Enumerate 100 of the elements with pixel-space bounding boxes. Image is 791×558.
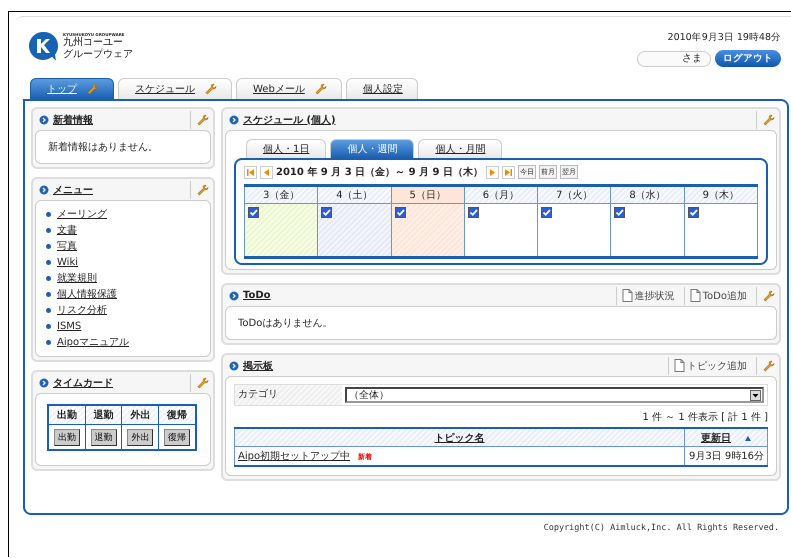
view-tab[interactable]: 個人・月間	[418, 139, 502, 158]
check-icon	[322, 208, 332, 217]
document-icon	[690, 289, 701, 302]
logo-icon	[27, 30, 59, 62]
bullet-icon	[46, 340, 51, 344]
last-icon	[505, 168, 512, 176]
portlet-title[interactable]: ToDo	[243, 290, 271, 301]
logo-title: グループウェア	[63, 48, 133, 60]
document-icon	[622, 289, 633, 302]
portlet-title[interactable]: 掲示板	[243, 358, 273, 372]
day-header: 7（火）	[538, 186, 611, 204]
first-button[interactable]	[244, 166, 257, 178]
next-button[interactable]	[486, 166, 499, 178]
check-icon	[542, 208, 552, 217]
wrench-icon[interactable]	[763, 114, 775, 126]
result-count: 1 件 ～ 1 件表示 [ 計 1 件 ]	[642, 410, 768, 425]
column-header: 退勤	[85, 405, 122, 424]
portlet-title[interactable]: 新着情報	[53, 112, 93, 126]
menu-link[interactable]: 文書	[57, 223, 77, 237]
bullet-icon	[46, 212, 51, 216]
day-header: 4（土）	[318, 186, 392, 204]
day-header: 8（水）	[610, 186, 684, 204]
bullet-icon	[46, 260, 51, 264]
action-link[interactable]: トピック追加	[668, 356, 752, 374]
category-label: カテゴリ	[235, 385, 342, 405]
action-link[interactable]: 進捗状況	[616, 286, 680, 304]
portlet-title[interactable]: スケジュール (個人)	[243, 112, 336, 126]
wrench-icon[interactable]	[87, 83, 99, 95]
portlet-title[interactable]: タイムカード	[53, 376, 113, 390]
user-name-field: さま	[637, 50, 711, 66]
action-link[interactable]: ToDo追加	[684, 286, 752, 304]
punch-button[interactable]: 復帰	[164, 428, 190, 446]
check-icon	[468, 208, 478, 217]
bullet-icon	[46, 308, 51, 312]
checkbox[interactable]	[321, 207, 332, 218]
column-header[interactable]: トピック名	[434, 432, 484, 444]
portlet-title[interactable]: メニュー	[53, 182, 93, 196]
day-header: 5（日）	[391, 186, 464, 204]
arrow-circle-icon	[229, 290, 239, 300]
topic-link[interactable]: Aipo初期セットアップ中	[238, 451, 350, 462]
punch-button[interactable]: 外出	[127, 428, 154, 446]
bullet-icon	[46, 292, 51, 296]
first-icon	[247, 168, 254, 176]
wrench-icon[interactable]	[197, 376, 209, 388]
arrow-circle-icon	[39, 114, 49, 124]
checkbox[interactable]	[688, 207, 699, 218]
wrench-icon[interactable]	[205, 83, 217, 95]
menu-link[interactable]: メーリング	[57, 207, 107, 221]
column-header: 出勤	[48, 405, 86, 424]
checkbox[interactable]	[248, 207, 259, 218]
dropdown-icon	[750, 390, 761, 400]
tab[interactable]: トップ	[30, 78, 114, 99]
punch-button[interactable]: 出勤	[54, 428, 80, 446]
check-icon	[396, 208, 405, 217]
next-icon	[489, 168, 496, 176]
date-time: 2010年9月3日 19時48分	[668, 31, 781, 44]
previous-button[interactable]	[260, 166, 273, 178]
day-header: 3（金）	[244, 186, 318, 204]
checkbox[interactable]	[541, 207, 552, 218]
wrench-icon[interactable]	[314, 83, 327, 95]
menu-link[interactable]: リスク分析	[57, 303, 107, 317]
menu-link[interactable]: Aipoマニュアル	[57, 335, 130, 349]
column-header: 復帰	[158, 405, 196, 424]
day-header: 9（木）	[684, 186, 758, 204]
document-icon	[674, 359, 685, 372]
tab[interactable]: Webメール	[236, 78, 342, 99]
arrow-circle-icon	[229, 360, 239, 370]
last-button[interactable]	[502, 166, 515, 178]
menu-link[interactable]: 写真	[57, 239, 77, 253]
empty-message: ToDoはありません。	[237, 317, 334, 331]
menu-link[interactable]: Wiki	[57, 256, 78, 268]
check-icon	[249, 208, 258, 217]
menu-link[interactable]: 就業規則	[57, 271, 97, 285]
menu-link[interactable]: 個人情報保護	[57, 287, 117, 301]
logout-button[interactable]: ログアウト	[715, 50, 781, 67]
category-select[interactable]: （全体）	[345, 387, 764, 403]
bullet-icon	[46, 276, 51, 280]
tab[interactable]: スケジュール	[118, 78, 232, 99]
check-icon	[615, 208, 624, 217]
previous-icon	[263, 168, 270, 176]
date-range: 2010 年 9 月 3 日（金）～ 9 月 9 日（木）	[276, 166, 483, 179]
check-icon	[688, 208, 698, 217]
punch-button[interactable]: 退勤	[90, 428, 117, 446]
wrench-icon[interactable]	[763, 360, 775, 372]
wrench-icon[interactable]	[197, 184, 209, 196]
view-tab[interactable]: 個人・週間	[330, 139, 414, 158]
tab[interactable]: 個人設定	[346, 78, 418, 99]
wrench-icon[interactable]	[763, 290, 775, 302]
checkbox[interactable]	[394, 207, 406, 218]
bullet-icon	[46, 244, 51, 248]
checkbox[interactable]	[468, 207, 479, 218]
arrow-circle-icon	[229, 114, 239, 124]
wrench-icon[interactable]	[197, 114, 209, 126]
menu-link[interactable]: ISMS	[57, 320, 82, 332]
copyright: Copyright(C) Aimluck,Inc. All Rights Reserved.	[542, 522, 780, 533]
bullet-icon	[46, 228, 51, 232]
view-tab[interactable]: 個人・1日	[246, 139, 326, 158]
logo-title: 九州コーユー	[63, 36, 124, 48]
arrow-circle-icon	[39, 378, 49, 388]
checkbox[interactable]	[614, 207, 626, 218]
